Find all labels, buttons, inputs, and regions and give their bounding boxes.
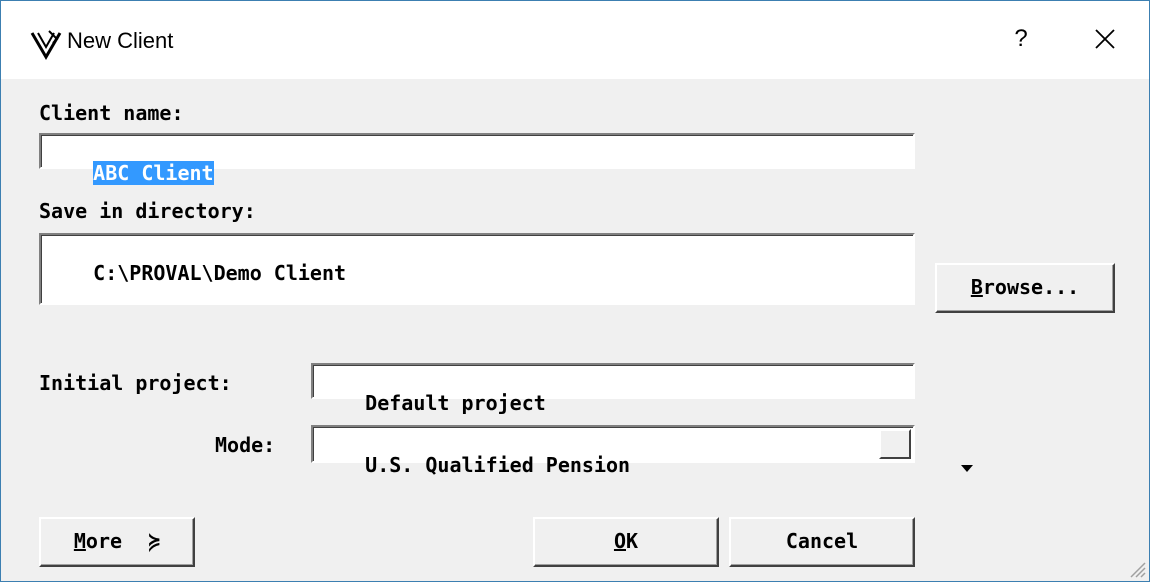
ok-accelerator: O [613, 529, 626, 553]
dropdown-arrow-icon [961, 465, 974, 472]
window-title: New Client [67, 28, 174, 53]
directory-value: C:\PROVAL\Demo Client [93, 261, 347, 285]
directory-input[interactable]: C:\PROVAL\Demo Client [39, 233, 915, 305]
initial-project-value: Default project [365, 391, 546, 415]
more-button[interactable]: More ≽ [39, 517, 195, 567]
browse-accelerator: B [970, 275, 983, 299]
browse-label: rowse... [982, 275, 1080, 299]
browse-button[interactable]: Browse... [935, 263, 1115, 313]
ok-label: K [626, 529, 639, 553]
client-name-label: Client name: [39, 101, 184, 125]
help-button[interactable]: ? [1001, 19, 1041, 59]
cancel-label: Cancel [785, 529, 859, 553]
resize-grip-icon[interactable] [1125, 557, 1147, 579]
cancel-button[interactable]: Cancel [729, 517, 915, 567]
mode-value: U.S. Qualified Pension [365, 453, 631, 477]
title-bar[interactable]: New Client ? [1, 1, 1149, 79]
more-accelerator: M [73, 529, 86, 553]
ok-button[interactable]: OK [533, 517, 719, 567]
initial-project-label: Initial project: [39, 371, 232, 395]
directory-label: Save in directory: [39, 199, 256, 223]
more-label: ore [85, 529, 123, 553]
new-client-dialog: New Client ? Client name: ABC Client Sav… [0, 0, 1150, 582]
double-chevron-down-icon: ≽ [148, 529, 161, 553]
client-name-input[interactable]: ABC Client [39, 133, 915, 185]
mode-label: Mode: [215, 433, 276, 457]
mode-select[interactable]: U.S. Qualified Pension [311, 425, 974, 477]
mode-dropdown-button[interactable] [879, 429, 974, 472]
app-logo-icon [30, 30, 62, 60]
client-name-value: ABC Client [93, 161, 214, 185]
initial-project-input[interactable]: Default project [311, 363, 915, 415]
close-button[interactable] [1081, 19, 1129, 59]
close-icon [1095, 29, 1115, 49]
